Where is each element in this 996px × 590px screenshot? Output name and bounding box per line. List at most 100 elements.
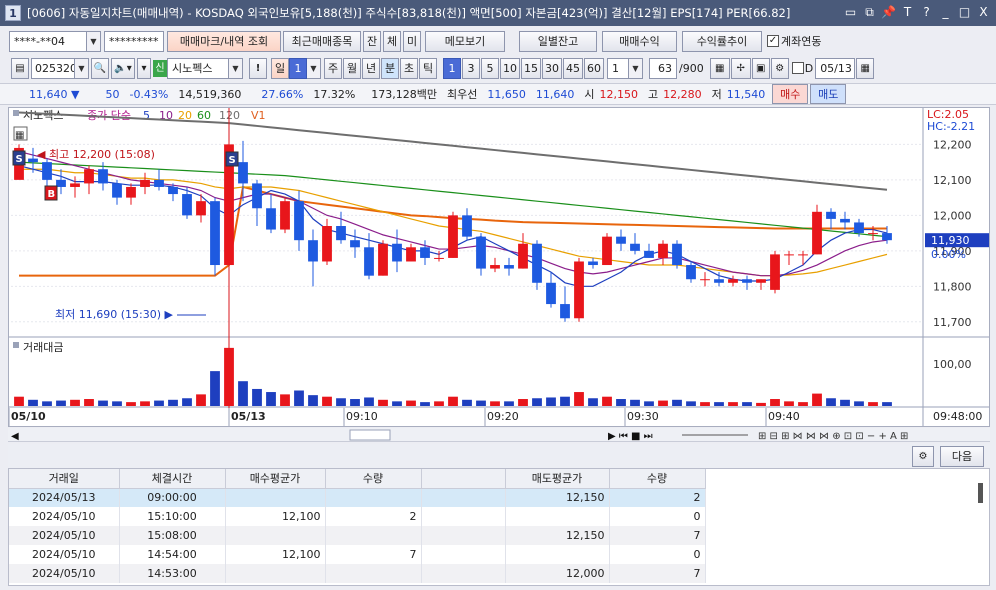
bar-count-input[interactable]: 63: [649, 57, 677, 79]
col-sell-avg[interactable]: 매도평균가: [505, 469, 610, 489]
date-checkbox[interactable]: [791, 62, 804, 74]
interval-3-button[interactable]: 3: [462, 57, 480, 79]
gear-icon[interactable]: ⚙: [770, 57, 789, 79]
period-second-button[interactable]: 초: [400, 57, 418, 79]
arrow-down-icon[interactable]: ▾: [137, 57, 151, 79]
table-scrollbar-thumb[interactable]: [978, 483, 983, 503]
high-price: 12,280: [663, 87, 702, 101]
chart-panel[interactable]: 12,200 12,100 12,000 11,900 11,800 11,700 시노펙스…: [8, 107, 990, 427]
legend-volume-label: V1: [251, 109, 266, 122]
interval-5-button[interactable]: 5: [481, 57, 499, 79]
volume-bar: [112, 401, 122, 406]
period-month-button[interactable]: 월: [343, 57, 361, 79]
table-row[interactable]: 2024/05/13 09:00:00 12,150 2: [9, 488, 706, 507]
volume-bar: [560, 396, 570, 406]
volume-legend-marker: [13, 342, 19, 348]
candlestick-chart[interactable]: 12,20012,10012,00011,90011,80011,700시노펙스…: [9, 108, 989, 426]
stock-name-dropdown-icon[interactable]: ▼: [229, 57, 243, 79]
account-link-checkbox[interactable]: ✓: [767, 35, 779, 47]
unexecuted-button[interactable]: 미: [403, 30, 421, 52]
period-tick-button[interactable]: 틱: [419, 57, 437, 79]
candle-body: [686, 265, 696, 280]
table-row[interactable]: 2024/05/10 15:08:00 12,150 7: [9, 526, 706, 545]
sell-button[interactable]: 매도: [810, 84, 847, 104]
chart-scroll-bar[interactable]: ◀ ▶ ⏮ ■ ⏭ ⊞ ⊟ ⊞ ⋈ ⋈ ⋈ ⊕ ⊡ ⊡ − + A ⊞: [8, 428, 990, 442]
font-size-icon[interactable]: T: [899, 4, 916, 21]
interval-value-dropdown-icon[interactable]: ▼: [629, 57, 643, 79]
buy-button[interactable]: 매수: [772, 84, 809, 104]
period-day-dropdown-icon[interactable]: ▼: [307, 57, 321, 79]
period-week-button[interactable]: 주: [324, 57, 342, 79]
candle-body: [84, 169, 94, 184]
grid-settings-icon[interactable]: ⚙: [912, 446, 934, 467]
interval-45-button[interactable]: 45: [563, 57, 583, 79]
candle-body: [770, 254, 780, 290]
high-annotation: ◀ 최고 12,200 (15:08): [37, 148, 155, 161]
crosshair-icon[interactable]: ✢: [730, 57, 751, 79]
table-header-row: 거래일 체결시간 매수평균가 수량 매도평균가 수량: [9, 469, 706, 489]
period-minute-button[interactable]: 분: [381, 57, 399, 79]
duplicate-window-icon[interactable]: ⧉: [861, 4, 878, 21]
volume-bar: [182, 398, 192, 406]
table-cell: 2024/05/10: [9, 507, 120, 526]
volume-bar: [336, 398, 346, 406]
trade-profit-button[interactable]: 매매수익: [602, 30, 677, 52]
stock-name-field[interactable]: 시노펙스: [167, 57, 229, 79]
account-dropdown-icon[interactable]: ▼: [87, 30, 101, 52]
table-cell: 2024/05/13: [9, 488, 120, 507]
help-icon[interactable]: ?: [918, 4, 935, 21]
candle-body: [56, 179, 66, 187]
period-year-button[interactable]: 년: [362, 57, 380, 79]
search-icon[interactable]: 🔍: [91, 57, 109, 79]
save-icon[interactable]: ▣: [751, 57, 770, 79]
col-exec-time[interactable]: 체결시간: [119, 469, 226, 489]
password-field[interactable]: *********: [104, 30, 164, 52]
balance-button[interactable]: 잔: [363, 30, 381, 52]
stock-code-dropdown-icon[interactable]: ▼: [75, 57, 89, 79]
executed-button[interactable]: 체: [383, 30, 401, 52]
calendar-icon[interactable]: ▦: [856, 57, 875, 79]
ask-price: 11,650: [487, 87, 526, 101]
memo-view-button[interactable]: 메모보기: [425, 30, 505, 52]
col-sell-qty[interactable]: 수량: [609, 469, 706, 489]
minimize-icon[interactable]: _: [937, 4, 954, 21]
trade-mark-query-button[interactable]: 매매마크/내역 조회: [167, 30, 281, 52]
close-icon[interactable]: X: [975, 4, 992, 21]
interval-15-button[interactable]: 15: [521, 57, 541, 79]
daily-balance-button[interactable]: 일별잔고: [519, 30, 597, 52]
volume-bar: [784, 401, 794, 406]
period-day-button[interactable]: 일: [271, 57, 289, 79]
table-row[interactable]: 2024/05/10 15:10:00 12,100 2 0: [9, 507, 706, 526]
interval-30-button[interactable]: 30: [542, 57, 562, 79]
recent-trades-button[interactable]: 최근매매종목: [283, 30, 361, 52]
col-trade-date[interactable]: 거래일: [9, 469, 120, 489]
account-select[interactable]: ****-**04: [9, 30, 87, 52]
interval-value-field[interactable]: 1: [607, 57, 629, 79]
interval-10-button[interactable]: 10: [500, 57, 520, 79]
pin-icon[interactable]: 📌: [880, 4, 897, 21]
candle-body: [826, 211, 836, 219]
next-button[interactable]: 다음: [940, 446, 984, 467]
interval-1-button[interactable]: 1: [443, 57, 461, 79]
current-price: 11,640 ▼: [24, 88, 84, 101]
volume-bar: [490, 401, 500, 406]
stock-list-icon[interactable]: ▤: [11, 57, 29, 79]
table-row[interactable]: 2024/05/10 14:54:00 12,100 7 0: [9, 545, 706, 564]
col-buy-avg[interactable]: 매수평균가: [225, 469, 326, 489]
alert-icon[interactable]: !: [249, 57, 267, 79]
x-axis-label: 05/10: [11, 410, 46, 423]
date-input[interactable]: 05/13: [815, 57, 856, 79]
layout-icon[interactable]: ▭: [842, 4, 859, 21]
maximize-icon[interactable]: □: [956, 4, 973, 21]
profit-trend-button[interactable]: 수익률추이: [682, 30, 762, 52]
table-row[interactable]: 2024/05/10 14:53:00 12,000 7: [9, 564, 706, 583]
chart-tools-icon[interactable]: ▦: [709, 57, 730, 79]
speaker-icon[interactable]: 🔈▾: [111, 57, 135, 79]
table-cell: 12,000: [505, 564, 610, 583]
period-day-count[interactable]: 1: [289, 57, 307, 79]
interval-60-button[interactable]: 60: [584, 57, 604, 79]
col-buy-qty[interactable]: 수량: [325, 469, 422, 489]
table-cell: 0: [609, 545, 706, 564]
stock-code-input[interactable]: 025320: [31, 57, 75, 79]
candle-body: [714, 279, 724, 283]
